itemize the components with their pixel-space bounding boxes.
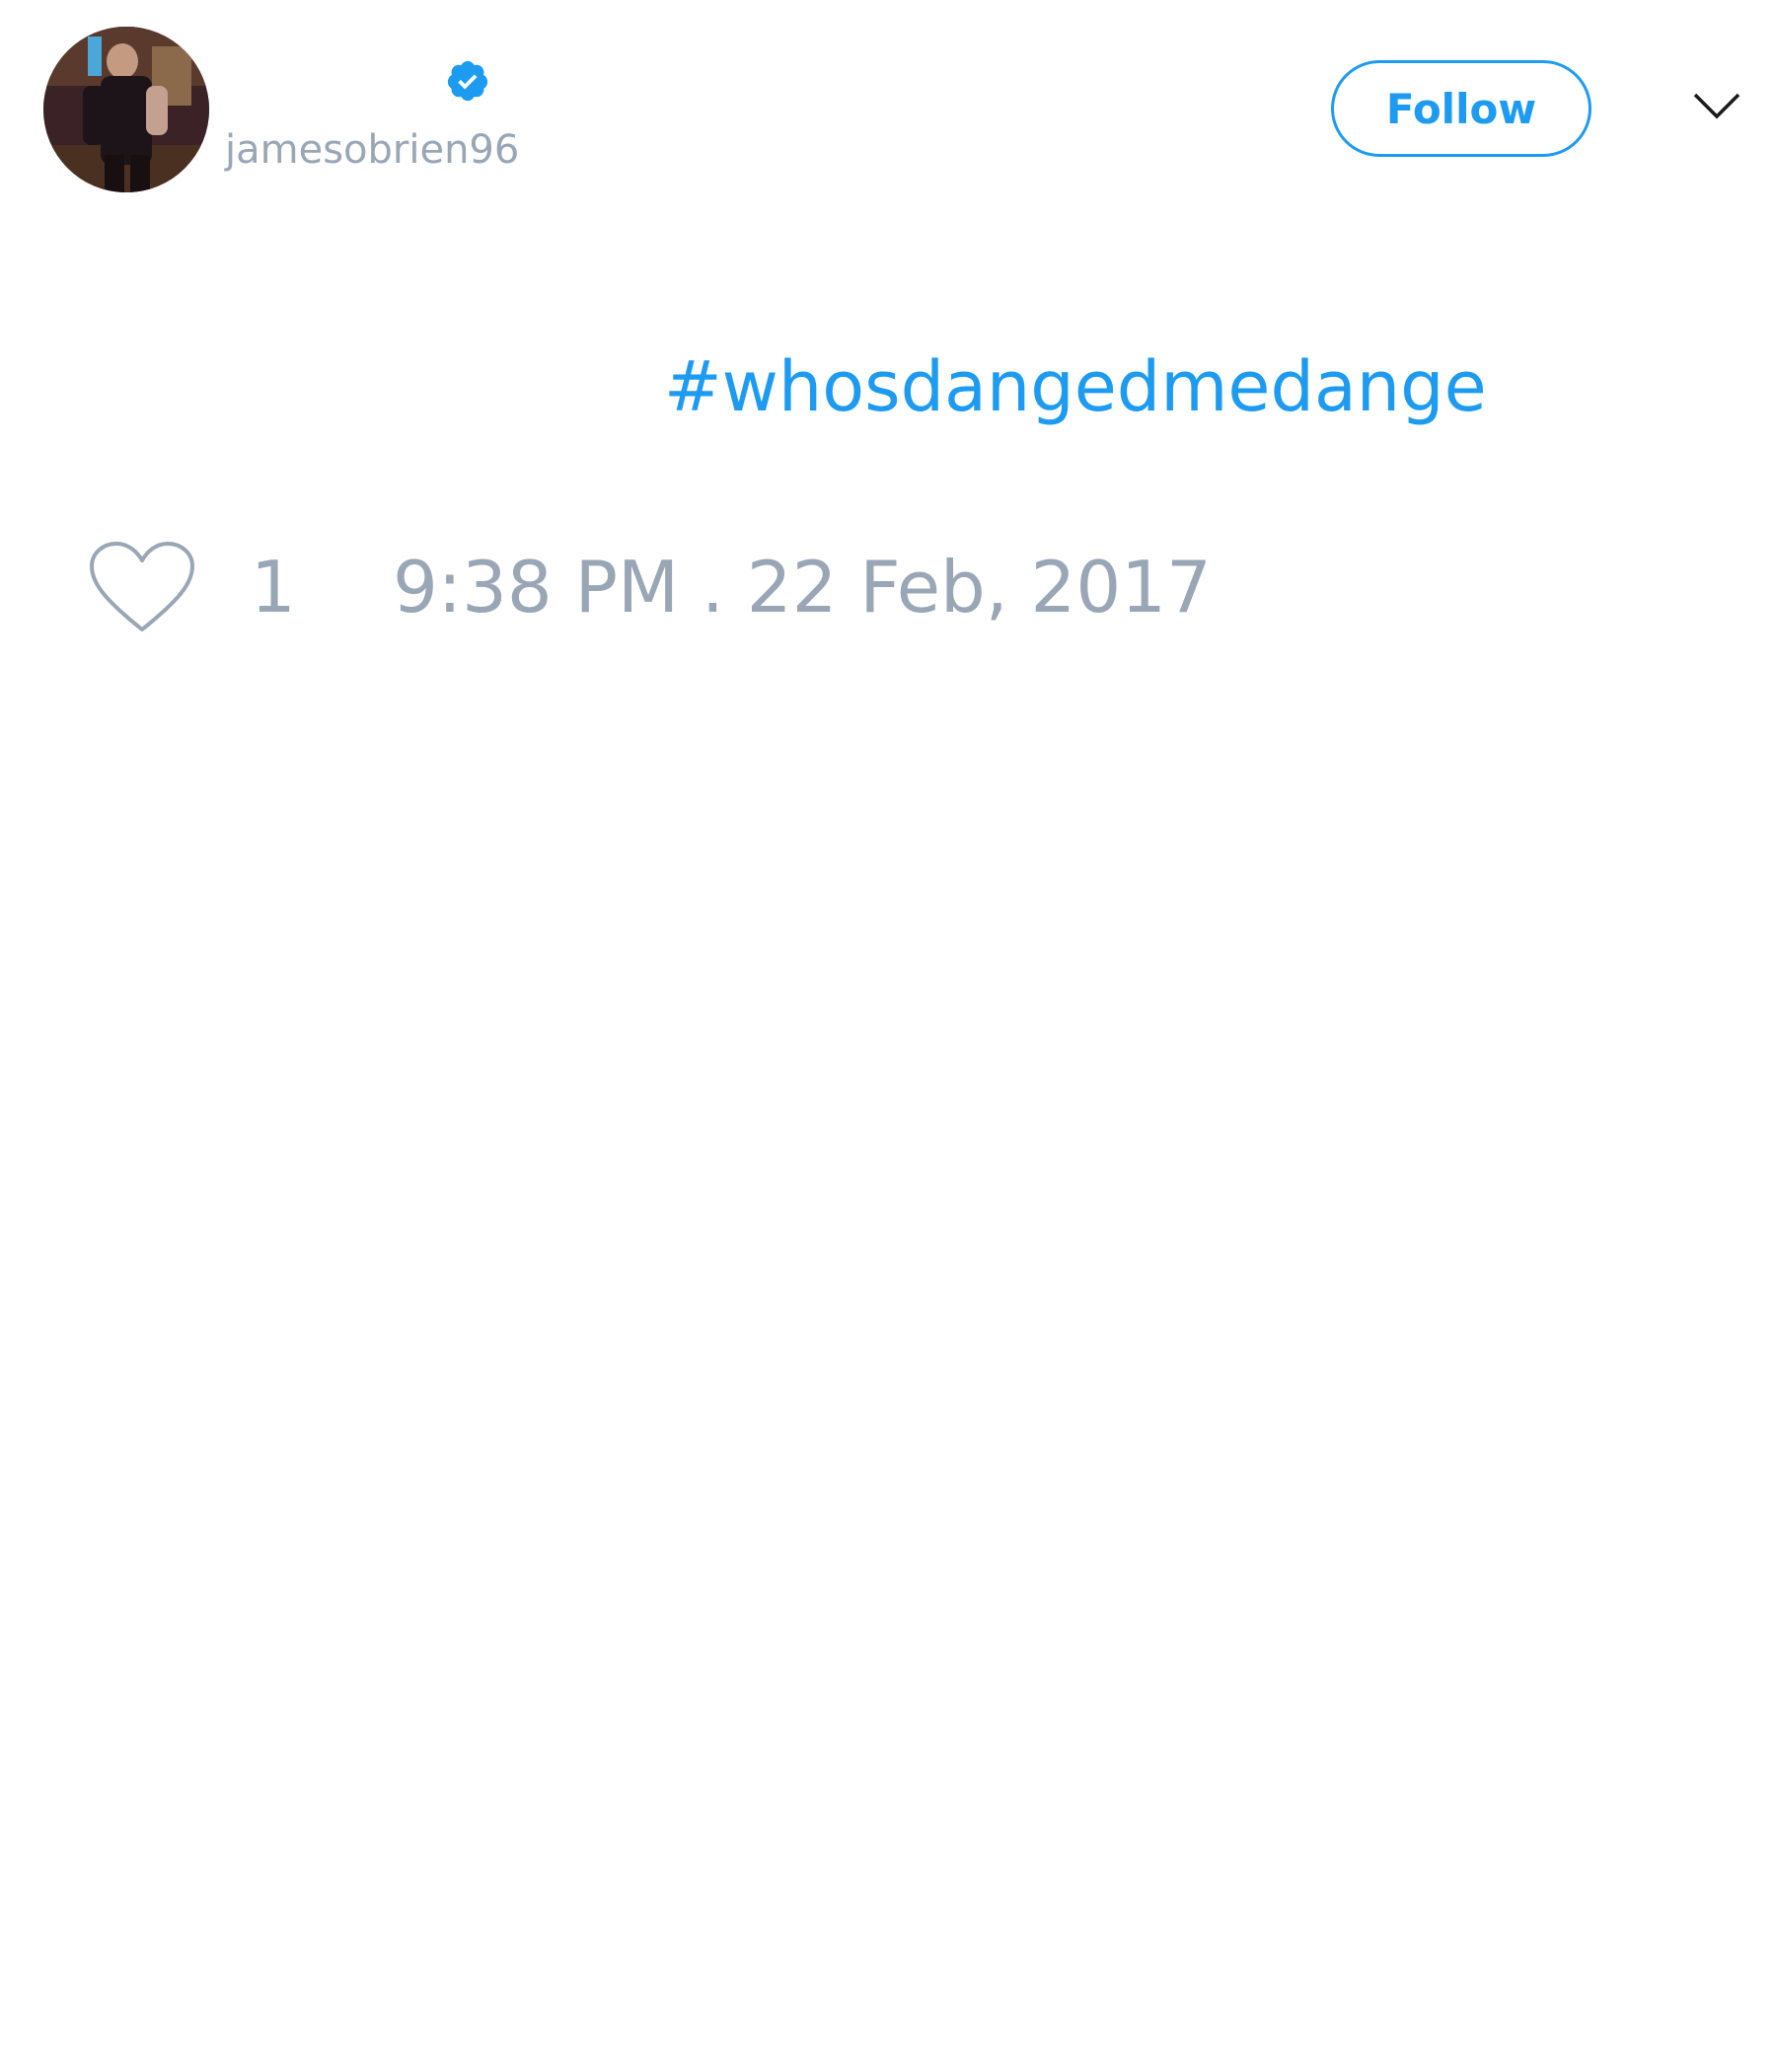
avatar[interactable] bbox=[43, 27, 209, 192]
chevron-down-icon[interactable] bbox=[1692, 91, 1741, 120]
verified-badge-icon bbox=[447, 60, 488, 102]
user-handle[interactable]: jamesobrien96 bbox=[225, 125, 519, 175]
like-count: 1 bbox=[251, 546, 296, 629]
follow-button[interactable]: Follow bbox=[1331, 60, 1591, 157]
tweet-hashtag-link[interactable]: #whosdangedmedange bbox=[664, 345, 1487, 428]
avatar-photo bbox=[43, 27, 209, 192]
heart-outline-icon[interactable] bbox=[88, 541, 196, 635]
tweet-timestamp[interactable]: 9:38 PM . 22 Feb, 2017 bbox=[393, 545, 1212, 629]
